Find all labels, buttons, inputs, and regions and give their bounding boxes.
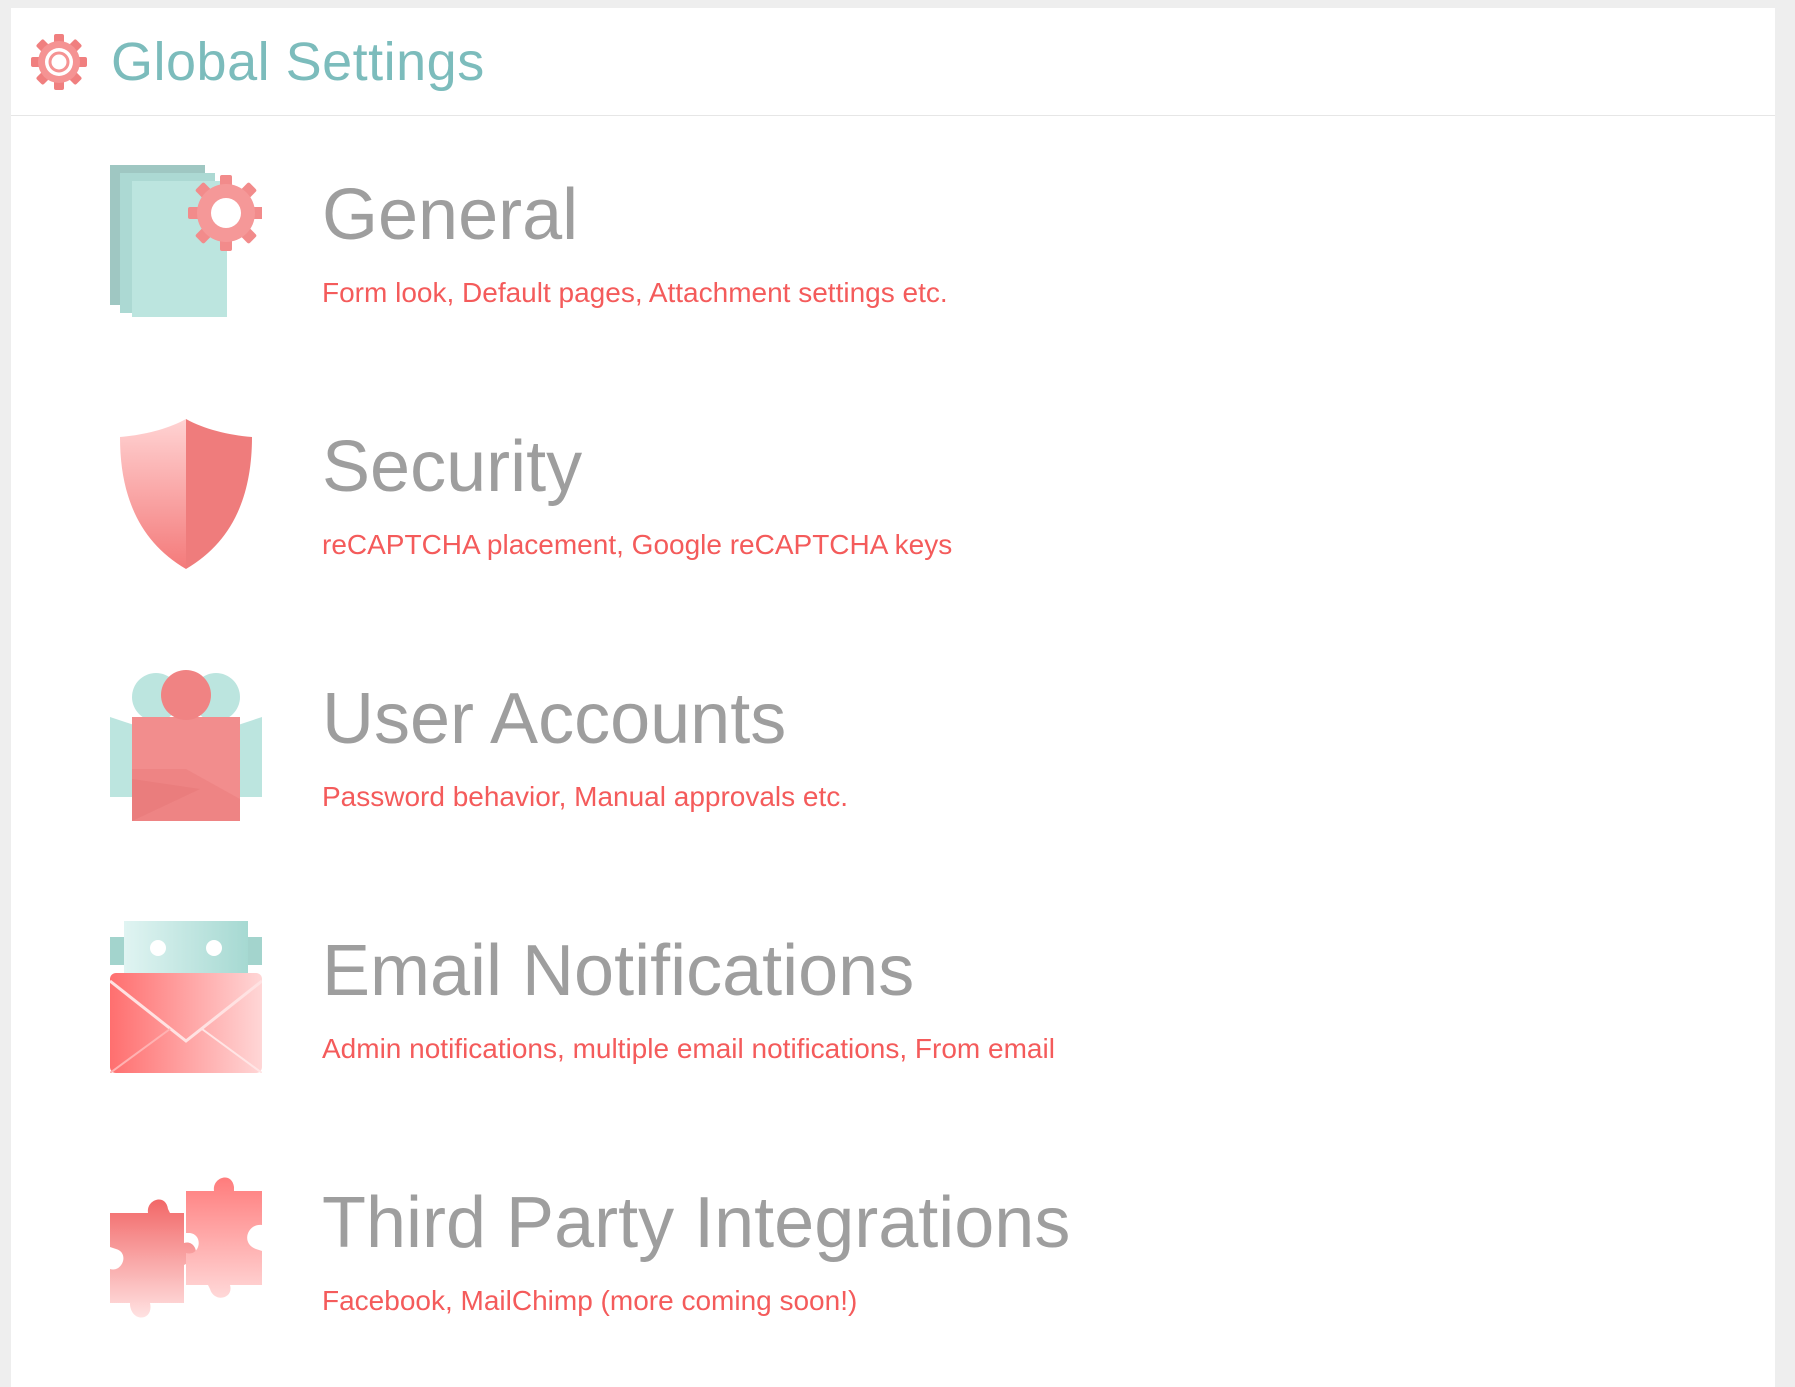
settings-item-title: User Accounts (322, 679, 787, 759)
gear-icon (29, 32, 89, 92)
settings-item-user-accounts[interactable]: User Accounts Password behavior, Manual … (110, 669, 1410, 839)
page-title: Global Settings (111, 31, 485, 92)
envelope-icon (109, 921, 263, 1074)
shield-icon (110, 417, 262, 569)
settings-item-title: Email Notifications (322, 931, 915, 1011)
settings-item-third-party-integrations[interactable]: Third Party Integrations Facebook, MailC… (110, 1173, 1410, 1343)
settings-item-security[interactable]: Security reCAPTCHA placement, Google reC… (110, 417, 1410, 587)
settings-item-title: Security (322, 427, 583, 507)
settings-item-description: Password behavior, Manual approvals etc. (322, 781, 849, 812)
settings-item-description: Form look, Default pages, Attachment set… (322, 277, 948, 308)
documents-gear-icon (110, 165, 264, 317)
settings-item-title: Third Party Integrations (322, 1183, 1071, 1263)
settings-item-description: Facebook, MailChimp (more coming soon!) (322, 1285, 858, 1316)
page-header: Global Settings (11, 8, 1775, 116)
settings-item-description: reCAPTCHA placement, Google reCAPTCHA ke… (322, 529, 953, 560)
settings-item-description: Admin notifications, multiple email noti… (322, 1033, 1055, 1064)
settings-panel: Global Settings General Form look, Defau… (11, 8, 1775, 1387)
settings-item-title: General (322, 175, 579, 255)
puzzle-icon (110, 1173, 262, 1325)
users-icon (110, 669, 262, 821)
settings-item-general[interactable]: General Form look, Default pages, Attach… (110, 165, 1410, 335)
settings-item-email-notifications[interactable]: Email Notifications Admin notifications,… (109, 921, 1410, 1091)
